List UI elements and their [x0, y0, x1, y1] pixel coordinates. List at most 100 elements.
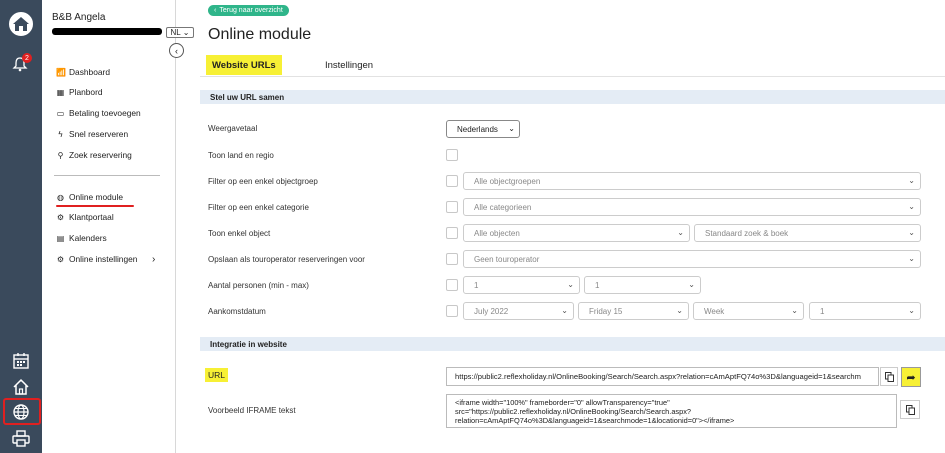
copy-url-button[interactable]: [880, 367, 898, 386]
sidebar-item-label: Snel reserveren: [69, 129, 129, 139]
objgroup-dropdown[interactable]: Alle objectgroepen ⌄: [463, 172, 921, 190]
touroperator-dropdown[interactable]: Geen touroperator ⌄: [463, 250, 921, 268]
sidebar-item-snel-reserveren[interactable]: ϟ Snel reserveren: [56, 127, 128, 141]
search-icon: ⚲: [57, 150, 64, 160]
arrival-period-value: Week: [704, 306, 725, 316]
objgroup-checkbox[interactable]: [446, 175, 458, 187]
copy-icon: [905, 404, 915, 415]
search-mode-dropdown[interactable]: Standaard zoek & boek ⌄: [694, 224, 921, 242]
object-label: Toon enkel object: [208, 229, 271, 238]
calendar-icon: ▤: [56, 233, 65, 243]
category-label: Filter op een enkel categorie: [208, 203, 309, 212]
touroperator-checkbox[interactable]: [446, 253, 458, 265]
open-url-button[interactable]: ➦: [901, 367, 921, 387]
chevron-down-icon: ⌄: [676, 306, 683, 315]
persons-checkbox[interactable]: [446, 279, 458, 291]
copy-iframe-button[interactable]: [900, 400, 920, 419]
language-label: Weergavetaal: [208, 124, 258, 133]
arrival-day-value: Friday 15: [589, 306, 623, 316]
sidebar-item-label: Kalenders: [69, 233, 107, 243]
back-to-overview-button[interactable]: ‹ Terug naar overzicht: [208, 5, 289, 16]
language-select-value: NL: [170, 28, 181, 37]
chevron-down-icon: ⌄: [908, 306, 915, 315]
iframe-textarea[interactable]: <iframe width="100%" frameborder="0" all…: [446, 394, 897, 428]
gear-icon: ⚙: [56, 212, 65, 222]
sidebar-item-online-instellingen[interactable]: ⚙ Online instellingen: [56, 252, 138, 266]
sidebar-item-klantportaal[interactable]: ⚙ Klantportaal: [56, 210, 114, 224]
country-checkbox[interactable]: [446, 149, 458, 161]
object-checkbox[interactable]: [446, 227, 458, 239]
sidebar-item-label: Klantportaal: [69, 212, 114, 222]
account-name: B&B Angela: [52, 12, 106, 23]
money-icon: ▭: [56, 108, 65, 118]
sidebar-item-planbord[interactable]: ▦ Planbord: [56, 85, 103, 99]
gear-icon: ⚙: [56, 254, 65, 264]
redacted-text: [52, 28, 162, 35]
chevron-down-icon: ⌄: [677, 228, 684, 237]
sidebar-item-label: Planbord: [69, 87, 103, 97]
language-dropdown[interactable]: Nederlands ⌄: [446, 120, 520, 138]
sidebar-item-betaling[interactable]: ▭ Betaling toevoegen: [56, 106, 141, 120]
sidebar-divider: [54, 175, 160, 176]
arrival-count-dropdown[interactable]: 1 ⌄: [809, 302, 921, 320]
chevron-down-icon: ⌄: [688, 280, 695, 289]
sidebar-item-label: Online module: [69, 192, 124, 202]
category-checkbox[interactable]: [446, 201, 458, 213]
back-button-label: Terug naar overzicht: [219, 7, 283, 14]
globe-icon: ◍: [57, 192, 64, 202]
home-icon[interactable]: [12, 378, 30, 398]
annotation-underline: [56, 205, 134, 207]
url-field[interactable]: https://public2.reflexholiday.nl/OnlineB…: [446, 367, 879, 386]
objgroup-dropdown-value: Alle objectgroepen: [474, 176, 541, 186]
section-header-compose: Stel uw URL samen: [200, 90, 945, 104]
sidebar-item-dashboard[interactable]: 📶 Dashboard: [56, 65, 110, 79]
tab-website-urls[interactable]: Website URLs: [206, 55, 282, 75]
chevron-down-icon: ⌄: [791, 306, 798, 315]
active-indicator: [3, 398, 41, 425]
persons-min-dropdown[interactable]: 1 ⌄: [463, 276, 580, 294]
calendar-icon[interactable]: [12, 352, 30, 372]
touroperator-label: Opslaan als touroperator reserveringen v…: [208, 255, 365, 264]
object-dropdown-value: Alle objecten: [474, 228, 520, 238]
chevron-right-icon[interactable]: ›: [152, 254, 155, 265]
arrival-period-dropdown[interactable]: Week ⌄: [693, 302, 804, 320]
arrival-checkbox[interactable]: [446, 305, 458, 317]
chevron-down-icon: ⌄: [561, 306, 568, 315]
sidebar-item-online-module[interactable]: ◍ Online module: [56, 190, 123, 204]
sidebar-item-zoek-reservering[interactable]: ⚲ Zoek reservering: [56, 148, 132, 162]
category-dropdown-value: Alle categorieen: [474, 202, 532, 212]
tab-instellingen[interactable]: Instellingen: [319, 55, 379, 75]
iframe-line: <iframe width="100%" frameborder="0" all…: [455, 398, 670, 407]
object-dropdown[interactable]: Alle objecten ⌄: [463, 224, 690, 242]
notification-badge: 2: [22, 53, 32, 63]
sidebar-item-label: Betaling toevoegen: [69, 108, 141, 118]
iframe-line: src="https://public2.reflexholiday.nl/On…: [455, 407, 692, 416]
sidebar-item-label: Dashboard: [69, 67, 110, 77]
sidebar-item-label: Online instellingen: [69, 254, 138, 264]
url-field-value: https://public2.reflexholiday.nl/OnlineB…: [455, 372, 861, 381]
copy-icon: [884, 371, 894, 382]
touroperator-dropdown-value: Geen touroperator: [474, 254, 540, 264]
sidebar-item-kalenders[interactable]: ▤ Kalenders: [56, 231, 107, 245]
grid-icon: ▦: [56, 87, 65, 97]
persons-label: Aantal personen (min - max): [208, 281, 309, 290]
persons-min-value: 1: [474, 280, 479, 290]
country-label: Toon land en regio: [208, 151, 274, 160]
url-label: URL: [205, 368, 229, 382]
printer-icon[interactable]: [12, 430, 30, 450]
category-dropdown[interactable]: Alle categorieen ⌄: [463, 198, 921, 216]
persons-max-dropdown[interactable]: 1 ⌄: [584, 276, 701, 294]
collapse-sidebar-button[interactable]: ‹: [169, 43, 184, 58]
chevron-left-icon: ‹: [175, 45, 178, 56]
language-select[interactable]: NL ⌄: [166, 27, 194, 38]
share-arrow-icon: ➦: [906, 371, 916, 384]
tab-divider: [200, 76, 945, 77]
arrival-day-dropdown[interactable]: Friday 15 ⌄: [578, 302, 689, 320]
arrival-month-dropdown[interactable]: July 2022 ⌄: [463, 302, 574, 320]
section-header-integration: Integratie in website: [200, 337, 945, 351]
arrival-month-value: July 2022: [474, 306, 509, 316]
chevron-down-icon: ⌄: [182, 28, 190, 37]
home-logo-icon[interactable]: [7, 10, 35, 38]
persons-max-value: 1: [595, 280, 600, 290]
bolt-icon: ϟ: [58, 129, 63, 139]
